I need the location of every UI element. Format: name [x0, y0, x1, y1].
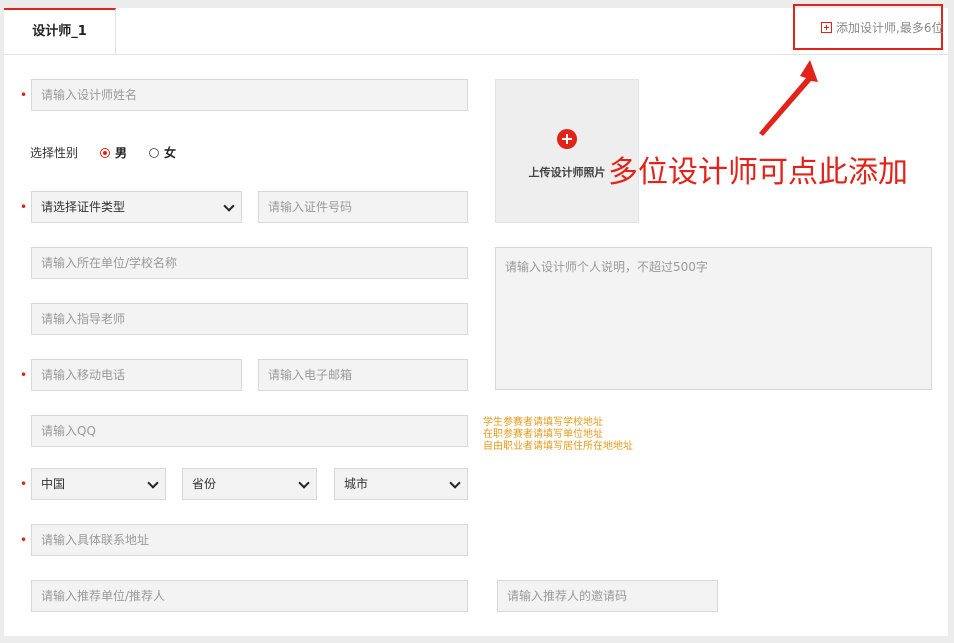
address-input[interactable]: 请输入具体联系地址: [31, 524, 468, 556]
country-select[interactable]: 中国: [31, 468, 166, 500]
required-marker: •: [20, 88, 28, 102]
chevron-down-icon: [223, 200, 235, 212]
tab-designer-1[interactable]: 设计师_1: [4, 8, 116, 54]
invite-code-input[interactable]: 请输入推荐人的邀请码: [497, 580, 718, 612]
address-hints: 学生参赛者请填写学校地址 在职参赛者请填写单位地址 自由职业者请填写居住所在地地…: [483, 417, 633, 453]
gender-male-radio[interactable]: 男: [100, 144, 127, 161]
gender-female-label: 女: [164, 146, 177, 160]
plus-square-icon: [821, 22, 832, 33]
required-marker: •: [20, 477, 28, 491]
chevron-down-icon: [147, 477, 159, 489]
required-marker: •: [20, 368, 28, 382]
gender-label: 选择性别: [30, 146, 79, 160]
id-type-value: 请选择证件类型: [41, 200, 126, 214]
qq-input[interactable]: 请输入QQ: [31, 415, 468, 447]
required-marker: •: [20, 533, 28, 547]
email-input[interactable]: 请输入电子邮箱: [258, 359, 468, 391]
country-value: 中国: [41, 477, 66, 491]
radio-icon: [149, 148, 159, 158]
plus-circle-icon: [557, 129, 577, 149]
province-select[interactable]: 省份: [182, 468, 317, 500]
id-number-input[interactable]: 请输入证件号码: [258, 191, 468, 223]
hint-line: 学生参赛者请填写学校地址: [483, 417, 603, 428]
add-designer-highlight: 添加设计师,最多6位: [793, 4, 943, 50]
referrer-input[interactable]: 请输入推荐单位/推荐人: [31, 580, 468, 612]
bio-textarea[interactable]: 请输入设计师个人说明，不超过500字: [495, 247, 932, 390]
city-value: 城市: [344, 477, 369, 491]
annotation-text: 多位设计师可点此添加: [608, 155, 908, 190]
arrow-icon: [759, 60, 818, 136]
designer-panel: 设计师_1 添加设计师,最多6位 • 请输入设计师姓名 选择性别 男 女 • 请…: [4, 4, 948, 636]
add-designer-label: 添加设计师,最多6位: [836, 21, 944, 35]
hint-line: 在职参赛者请填写单位地址: [483, 429, 603, 440]
radio-selected-icon: [100, 148, 110, 158]
province-value: 省份: [192, 477, 217, 491]
chevron-down-icon: [298, 477, 310, 489]
name-input[interactable]: 请输入设计师姓名: [31, 79, 468, 111]
city-select[interactable]: 城市: [334, 468, 468, 500]
gender-female-radio[interactable]: 女: [149, 144, 176, 161]
organization-input[interactable]: 请输入所在单位/学校名称: [31, 247, 468, 279]
mobile-input[interactable]: 请输入移动电话: [31, 359, 242, 391]
chevron-down-icon: [449, 477, 461, 489]
teacher-input[interactable]: 请输入指导老师: [31, 303, 468, 335]
add-designer-button[interactable]: 添加设计师,最多6位: [821, 19, 943, 36]
required-marker: •: [20, 200, 28, 214]
hint-line: 自由职业者请填写居住所在地地址: [483, 441, 633, 452]
id-type-select[interactable]: 请选择证件类型: [31, 191, 242, 223]
gender-male-label: 男: [115, 146, 128, 160]
